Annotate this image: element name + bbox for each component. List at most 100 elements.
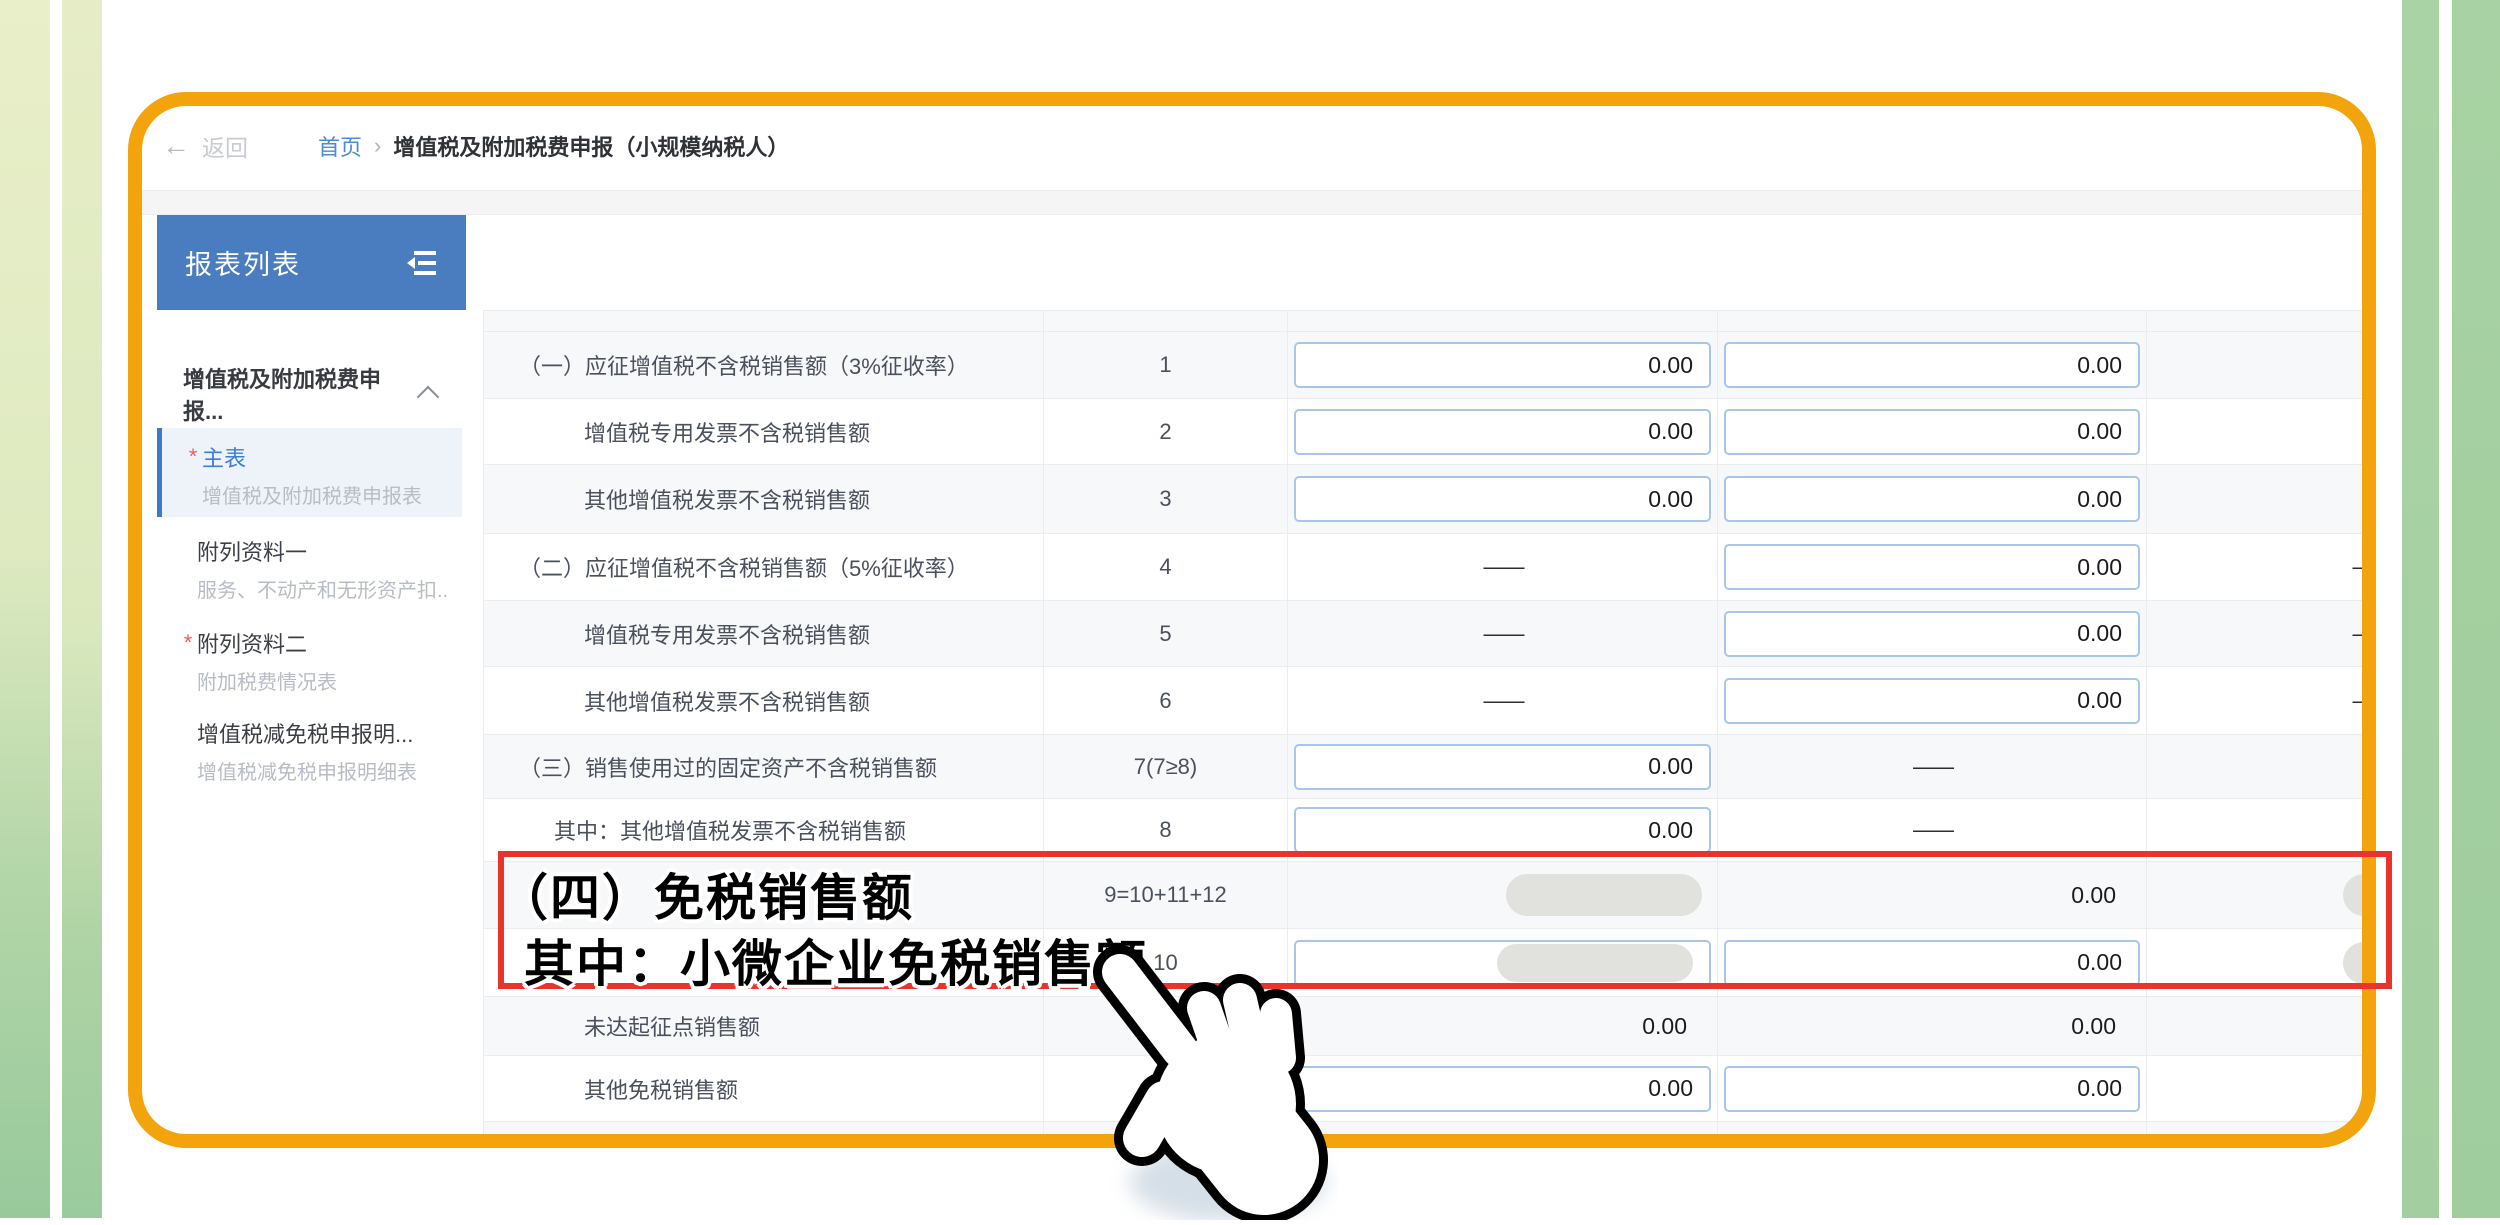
not-applicable-dash: —— [1288,688,1717,714]
cell-input[interactable]: 0.00 [1294,342,1711,388]
sidebar-group-label: 增值税及附加税费申报... [183,362,420,426]
cell-value: 0.00 [1648,1075,1693,1102]
annotation-tax-free-sales: （四）免税销售额 [498,858,914,930]
bg-stripe-left-outer [0,0,50,1218]
cell-input[interactable]: 0.00 [1294,744,1711,790]
sidebar-item-appendix-1[interactable]: 附列资料一 服务、不动产和无形资产扣.. [157,536,457,616]
redacted-value [1497,944,1693,982]
toolbar-strip [142,190,2362,215]
cell-input[interactable]: 0.00 [1294,409,1711,455]
vat-declaration-table: （一）应征增值税不含税销售额（3%征收率）10.000.00增值税专用发票不含税… [483,310,2376,1148]
sidebar-item-title: 附列资料一 [197,535,307,567]
line-number: 2 [1159,419,1171,445]
cell-value: 0.00 [1648,753,1693,780]
collapse-sidebar-icon[interactable] [404,248,440,278]
bg-stripe-left-inner [62,0,102,1218]
cell-value: 0.00 [1648,817,1693,844]
cell-input[interactable]: 0.00 [1294,807,1711,853]
table-row: 未达起征点销售额0.000.00 [484,997,2376,1056]
row-label: 其他增值税发票不含税销售额 [584,685,870,717]
cell-input[interactable]: 0.00 [1294,1066,1711,1112]
sidebar-header: 报表列表 [157,215,466,310]
vat-table-body: （一）应征增值税不含税销售额（3%征收率）10.000.00增值税专用发票不含税… [484,311,2376,1148]
table-row: 增值税专用发票不含税销售额5——0.00— [484,601,2376,667]
cell-value: 0.00 [1718,1013,2146,1040]
line-number: 7(7≥8) [1134,754,1197,780]
not-applicable-dash: — [2147,554,2376,580]
cell-input[interactable]: 0.00 [1724,611,2140,657]
row-label: （二）应征增值税不含税销售额（5%征收率） [519,551,969,583]
sidebar-item-title: 增值税减免税申报明... [197,717,413,749]
line-number: 5 [1159,621,1171,647]
sidebar-item-main-form[interactable]: * 主表 增值税及附加税费申报表 [157,428,462,517]
cell-value: 0.00 [1648,352,1693,379]
sidebar-item-subtitle: 增值税减免税申报明细表 [197,756,457,785]
cell-input[interactable]: 0.00 [1724,409,2140,455]
redacted-value [2343,874,2376,916]
breadcrumb-separator: › [374,133,381,159]
line-number: 6 [1159,688,1171,714]
page: { "colors": { "card_border": "#f3a40c", … [0,0,2500,1218]
back-button[interactable]: 返回 [202,129,248,163]
table-row: （二）应征增值税不含税销售额（5%征收率）4——0.00— [484,534,2376,601]
cell-value: 0.00 [2077,620,2122,647]
sidebar-group-header[interactable]: 增值税及附加税费申报... [157,374,466,414]
sidebar-title: 报表列表 [185,243,404,282]
cell-input[interactable]: 0.00 [1724,678,2140,724]
redacted-value [2343,942,2376,984]
cell-value: 0.00 [2077,687,2122,714]
cell-value: 0.00 [2077,1075,2122,1102]
cell-input[interactable]: 0.00 [1724,342,2140,388]
table-row: （三）销售使用过的固定资产不含税销售额 7(7≥8) 0.00 —— [484,735,2376,799]
redacted-value [1506,874,1702,916]
cell-input[interactable]: 0.00 [1294,476,1711,522]
table-row: （五）出口免税销售额13(10.000.00 [484,1122,2376,1148]
sidebar-item-tax-reduction[interactable]: 增值税减免税申报明... 增值税减免税申报明细表 [157,718,457,798]
cell-input[interactable]: 0.00 [1724,940,2140,986]
table-row: 增值税专用发票不含税销售额20.000.00 [484,399,2376,465]
not-applicable-dash: —— [1288,621,1717,647]
row-label: （五）出口免税销售额 [519,1139,739,1148]
line-number: 1 [1159,352,1171,378]
cell-value: 0.00 [1648,418,1693,445]
cell-input[interactable] [1294,940,1711,986]
not-applicable-dash: —— [1718,754,2146,780]
sidebar-item-appendix-2[interactable]: * 附列资料二 附加税费情况表 [157,628,457,708]
line-number: 8 [1159,817,1171,843]
row-label: （三）销售使用过的固定资产不含税销售额 [519,751,937,783]
cell-value: 0.00 [2077,949,2122,976]
hand-cursor-icon [1068,942,1338,1220]
table-row: 其他增值税发票不含税销售额30.000.00 [484,465,2376,534]
cell-value: 0.00 [1288,1013,1717,1040]
page-title: 增值税及附加税费申报（小规模纳税人） [393,130,789,162]
bg-stripe-right-outer [2452,0,2500,1218]
required-marker: * [184,444,202,470]
not-applicable-dash: — [2147,621,2376,647]
table-row: 其他增值税发票不含税销售额 6 —— 0.00 — [484,667,2376,735]
chevron-up-icon [417,386,440,409]
row-label: （一）应征增值税不含税销售额（3%征收率） [519,349,969,381]
back-arrow-icon[interactable]: ← [162,130,190,162]
breadcrumb-home-link[interactable]: 首页 [318,130,362,162]
table-row: 其他免税销售额0.000.00 [484,1056,2376,1122]
cell-value: 0.00 [1718,1142,2146,1149]
cell-input[interactable]: 0.00 [1724,476,2140,522]
not-applicable-dash: —— [1718,817,2146,843]
sidebar-item-title: 附列资料二 [197,627,307,659]
table-row-partial [484,311,2376,332]
cell-value: 0.00 [2077,352,2122,379]
not-applicable-dash: — [2147,688,2376,714]
sidebar-item-title: 主表 [202,441,246,473]
not-applicable-dash: —— [1288,554,1717,580]
table-row: （一）应征增值税不含税销售额（3%征收率） 1 0.00 0.00 [484,332,2376,399]
line-number: 9=10+11+12 [1104,882,1227,908]
annotation-small-micro-sales: 其中：小微企业免税销售额 [524,924,1148,996]
cell-input[interactable]: 0.00 [1724,544,2140,590]
table-row: 其中：其他增值税发票不含税销售额 8 0.00 —— [484,799,2376,862]
row-label: 其他增值税发票不含税销售额 [584,483,870,515]
sidebar-item-subtitle: 服务、不动产和无形资产扣.. [197,574,457,603]
sidebar-item-subtitle: 增值税及附加税费申报表 [202,480,462,509]
cell-input[interactable]: 0.00 [1724,1066,2140,1112]
row-label: 其中：其他增值税发票不含税销售额 [554,814,906,846]
cell-value: 0.00 [2077,486,2122,513]
